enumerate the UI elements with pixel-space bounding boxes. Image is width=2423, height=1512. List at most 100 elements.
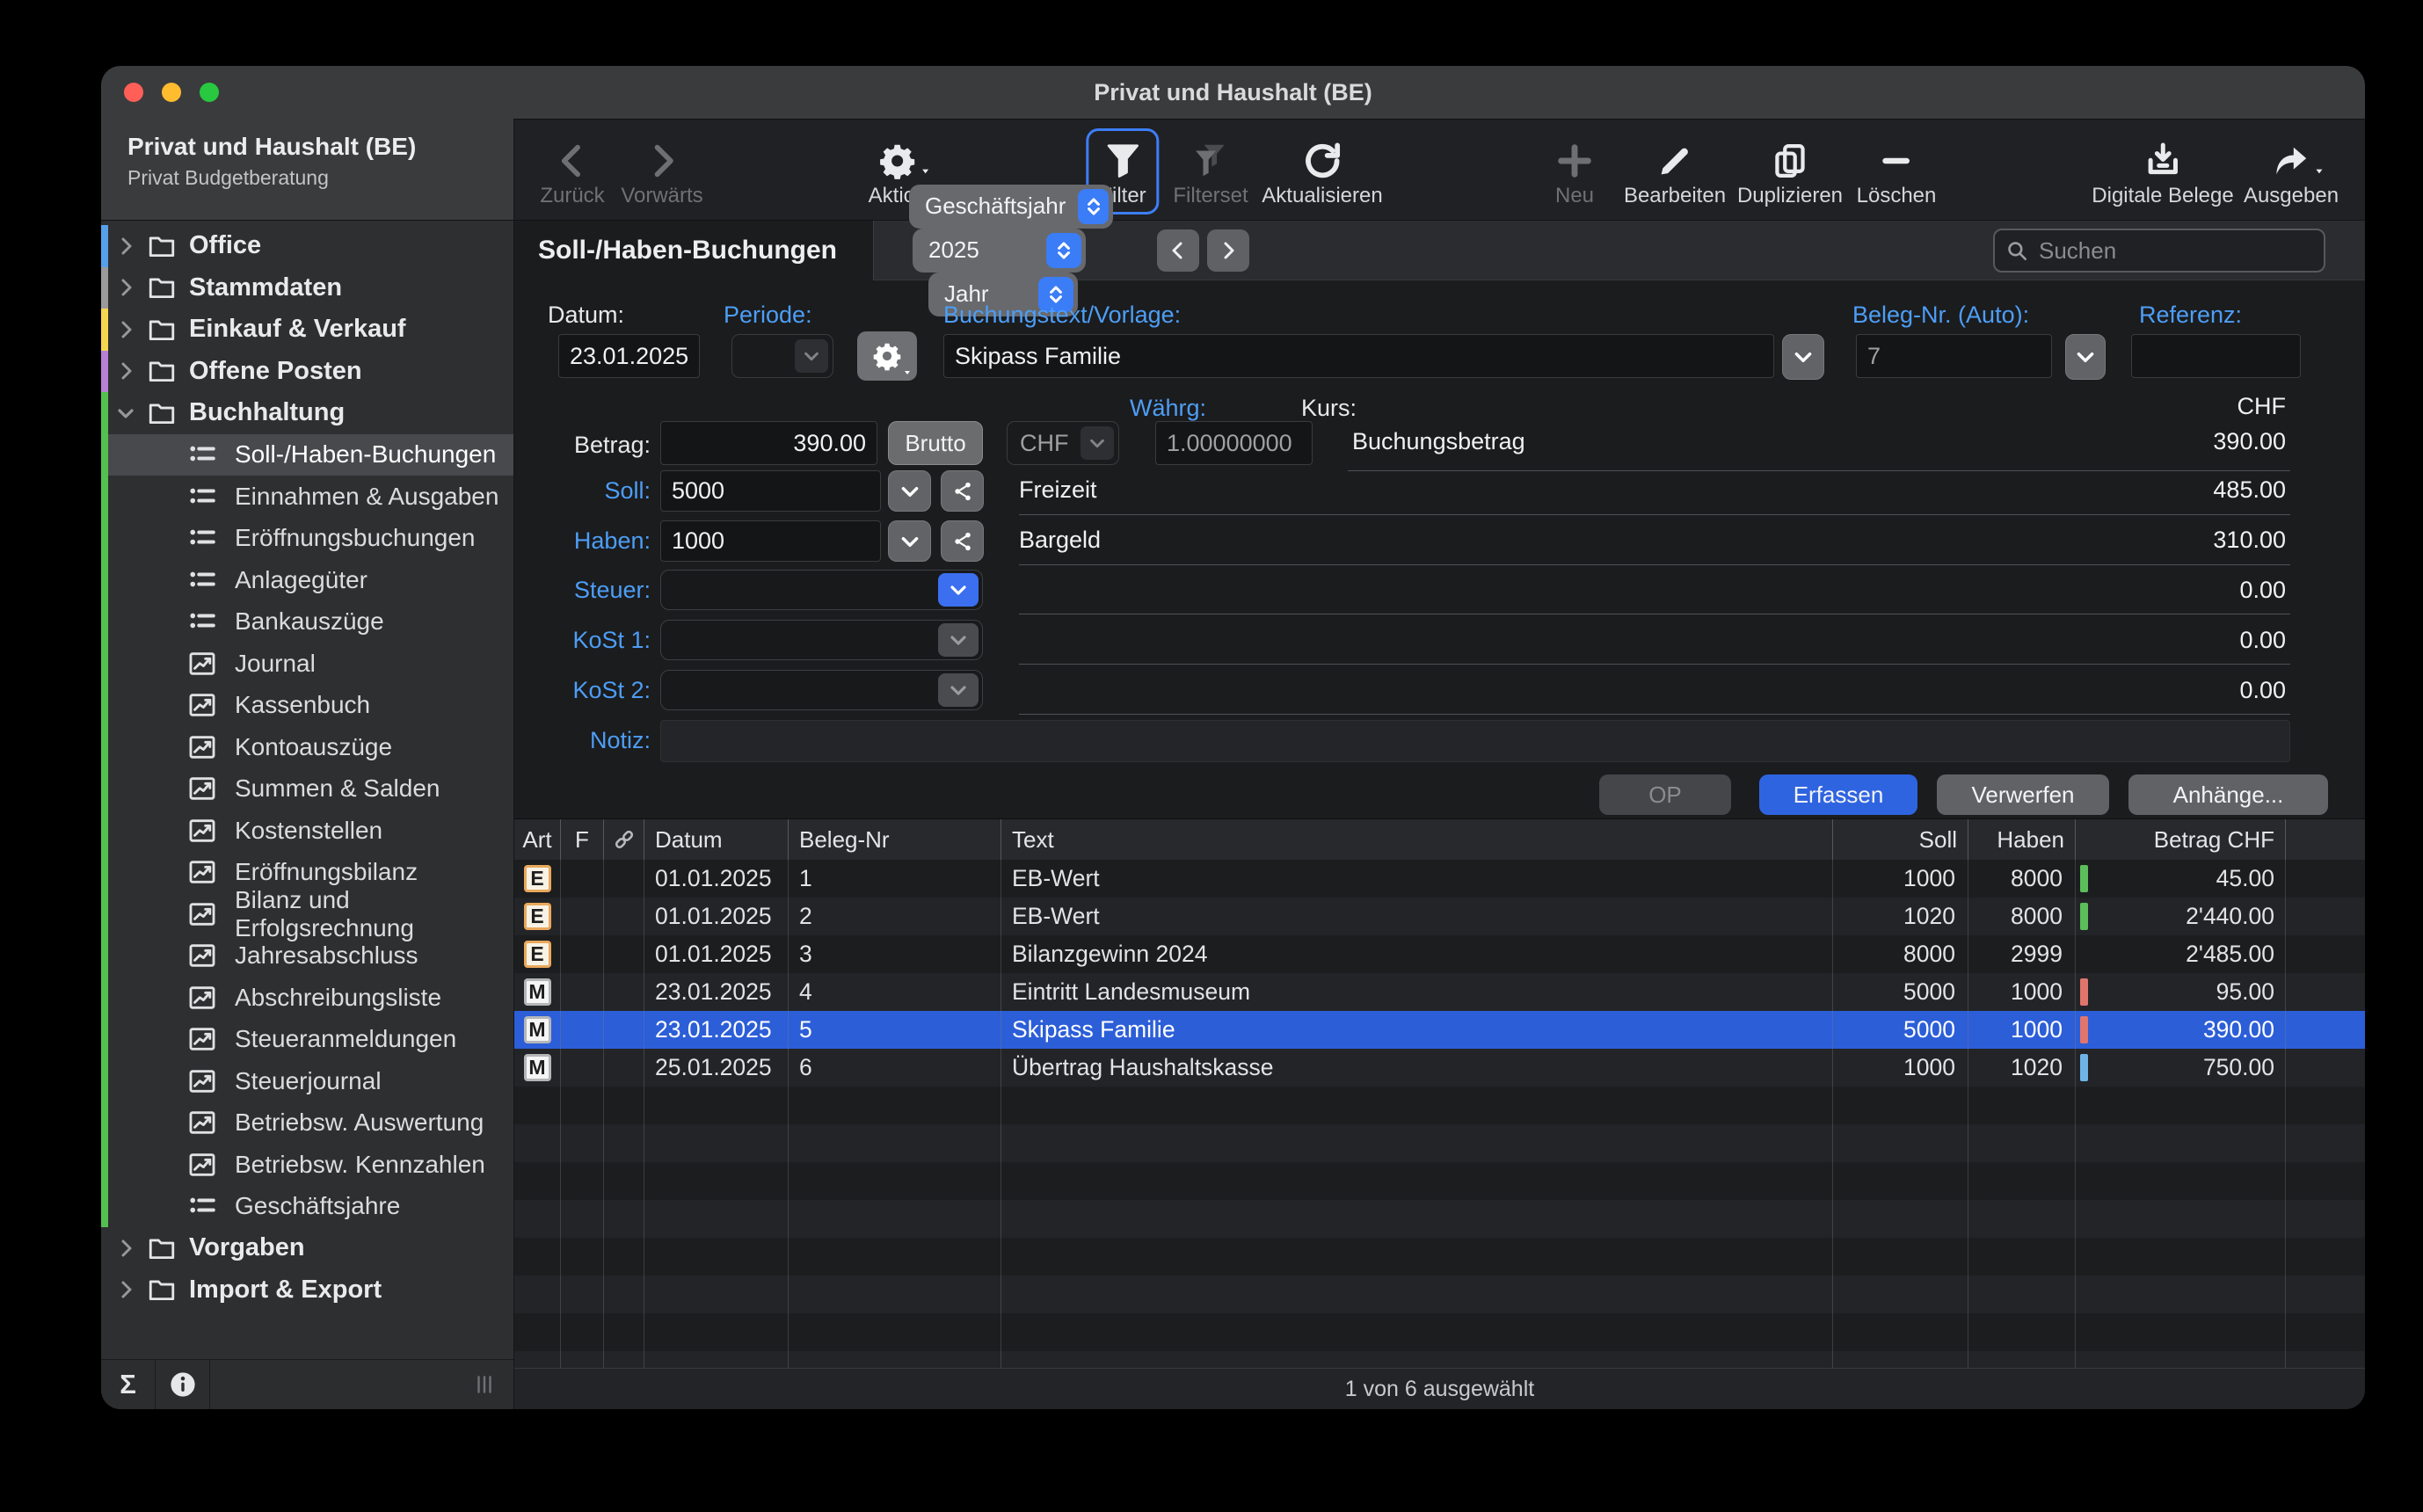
toolbar-item-bearbeiten[interactable]: Bearbeiten: [1624, 132, 1726, 208]
kost2-select[interactable]: [660, 670, 983, 710]
column-header-betrag-chf[interactable]: Betrag CHF: [2076, 819, 2286, 860]
minimize-window-button[interactable]: [162, 83, 181, 102]
toolbar-item-vorwärts[interactable]: Vorwärts: [621, 132, 702, 208]
table-row-beleg-1[interactable]: E01.01.20251EB-Wert1000800045.00: [514, 860, 2365, 898]
column-header-text[interactable]: Text: [1001, 819, 1833, 860]
info-button[interactable]: [156, 1360, 210, 1409]
sidebar-item-stammdaten[interactable]: Stammdaten: [101, 267, 513, 309]
sidebar-item-kassenbuch[interactable]: Kassenbuch: [101, 685, 513, 727]
sidebar-item-kostenstellen[interactable]: Kostenstellen: [101, 810, 513, 852]
sidebar-item-steuerjournal[interactable]: Steuerjournal: [101, 1060, 513, 1102]
toolbar-item-digitale-belege[interactable]: Digitale Belege: [2092, 132, 2233, 208]
toolbar-item-duplizieren[interactable]: Duplizieren: [1737, 132, 1843, 208]
referenz-input[interactable]: [2131, 334, 2301, 378]
sidebar-item-buchhaltung[interactable]: Buchhaltung: [101, 392, 513, 434]
column-header-label: Datum: [655, 826, 723, 854]
notiz-input[interactable]: [660, 720, 2290, 762]
sidebar-item-bilanz-und-erfolgsrechnung[interactable]: Bilanz und Erfolgsrechnung: [101, 893, 513, 935]
erfassen-button[interactable]: Erfassen: [1759, 774, 1917, 815]
sidebar-item-eröffnungsbuchungen[interactable]: Eröffnungsbuchungen: [101, 518, 513, 560]
table-row-beleg-5[interactable]: M23.01.20255Skipass Familie50001000390.0…: [514, 1011, 2365, 1049]
toolbar-item-aktualisieren[interactable]: Aktualisieren: [1262, 132, 1382, 208]
sidebar-item-betriebsw-kennzahlen[interactable]: Betriebsw. Kennzahlen: [101, 1144, 513, 1186]
column-header-f[interactable]: F: [561, 819, 604, 860]
toolbar-item-ausgeben[interactable]: Ausgeben: [2244, 132, 2339, 208]
sidebar-item-einkauf-verkauf[interactable]: Einkauf & Verkauf: [101, 309, 513, 351]
table-row-beleg-4[interactable]: M23.01.20254Eintritt Landesmuseum5000100…: [514, 973, 2365, 1011]
waehrung-select[interactable]: CHF: [1007, 421, 1119, 465]
haben-dropdown-button[interactable]: [888, 520, 931, 562]
search-input[interactable]: [2037, 236, 2313, 265]
buchungstext-dropdown-button[interactable]: [1782, 334, 1824, 380]
kost1-select[interactable]: [660, 620, 983, 660]
toolbar-item-zurück[interactable]: Zurück: [540, 132, 604, 208]
sidebar-item-einnahmen-ausgaben[interactable]: Einnahmen & Ausgaben: [101, 476, 513, 518]
column-header-beleg-nr[interactable]: Beleg-Nr: [789, 819, 1001, 860]
filter-select-geschäftsjahr[interactable]: Geschäftsjahr: [909, 185, 1113, 229]
sidebar-item-label: Einnahmen & Ausgaben: [235, 483, 498, 511]
table-row-beleg-2[interactable]: E01.01.20252EB-Wert102080002'440.00: [514, 898, 2365, 935]
column-header-haben[interactable]: Haben: [1968, 819, 2076, 860]
column-header-soll[interactable]: Soll: [1833, 819, 1968, 860]
column-header-link[interactable]: [604, 819, 644, 860]
sidebar-item-journal[interactable]: Journal: [101, 643, 513, 685]
sidebar-item-label: Eröffnungsbuchungen: [235, 524, 476, 552]
op-button[interactable]: OP: [1599, 774, 1731, 815]
sidebar-item-betriebsw-auswertung[interactable]: Betriebsw. Auswertung: [101, 1102, 513, 1145]
periode-select[interactable]: [731, 334, 833, 378]
buchungstext-input[interactable]: [943, 334, 1774, 378]
soll-split-button[interactable]: [941, 470, 984, 512]
zoom-window-button[interactable]: [200, 83, 219, 102]
toolbar-item-filterset[interactable]: Filterset: [1173, 132, 1248, 208]
chevron-right-icon[interactable]: [115, 319, 136, 340]
chevron-right-icon[interactable]: [115, 360, 136, 382]
table-row-beleg-6[interactable]: M25.01.20256Übertrag Haushaltskasse10001…: [514, 1049, 2365, 1087]
soll-dropdown-button[interactable]: [888, 470, 931, 512]
sidebar-item-offene-posten[interactable]: Offene Posten: [101, 351, 513, 393]
datum-input[interactable]: [558, 334, 700, 378]
sidebar-item-vorgaben[interactable]: Vorgaben: [101, 1227, 513, 1269]
soll-konto-input[interactable]: [660, 470, 881, 512]
sidebar-item-jahresabschluss[interactable]: Jahresabschluss: [101, 935, 513, 978]
sidebar-item-summen-salden[interactable]: Summen & Salden: [101, 768, 513, 811]
chevron-right-icon[interactable]: [115, 1279, 136, 1300]
toolbar-item-neu[interactable]: Neu: [1554, 132, 1595, 208]
sidebar-item-geschäftsjahre[interactable]: Geschäftsjahre: [101, 1186, 513, 1228]
sidebar-item-anlagegüter[interactable]: Anlagegüter: [101, 559, 513, 601]
chevron-down-icon[interactable]: [115, 403, 136, 424]
sidebar-item-steueranmeldungen[interactable]: Steueranmeldungen: [101, 1019, 513, 1061]
booking-gear-button[interactable]: [857, 331, 917, 381]
toolbar-item-löschen[interactable]: Löschen: [1857, 132, 1937, 208]
sidebar-item-soll-haben-buchungen[interactable]: Soll-/Haben-Buchungen: [101, 434, 513, 476]
haben-split-button[interactable]: [941, 520, 984, 562]
sidebar-item-office[interactable]: Office: [101, 225, 513, 267]
cell-link: [604, 935, 644, 973]
close-window-button[interactable]: [124, 83, 143, 102]
brutto-button[interactable]: Brutto: [888, 421, 983, 465]
table-row-beleg-3[interactable]: E01.01.20253Bilanzgewinn 2024800029992'4…: [514, 935, 2365, 973]
beleg-nr-dropdown-button[interactable]: [2065, 334, 2106, 380]
kurs-input[interactable]: [1155, 421, 1313, 465]
betrag-input[interactable]: [660, 421, 877, 465]
sidebar-resize-handle[interactable]: [471, 1360, 498, 1409]
search-field[interactable]: [1993, 229, 2325, 273]
chevron-right-icon[interactable]: [115, 277, 136, 298]
filter-select-2025[interactable]: 2025: [913, 229, 1086, 273]
sum-button[interactable]: Σ: [101, 1360, 156, 1409]
column-header-art[interactable]: Art: [514, 819, 561, 860]
anhaenge-button[interactable]: Anhänge...: [2128, 774, 2328, 815]
sidebar-item-abschreibungsliste[interactable]: Abschreibungsliste: [101, 977, 513, 1019]
sidebar-item-bankauszüge[interactable]: Bankauszüge: [101, 601, 513, 643]
beleg-nr-input[interactable]: [1856, 334, 2052, 378]
column-header-datum[interactable]: Datum: [644, 819, 789, 860]
verwerfen-button[interactable]: Verwerfen: [1937, 774, 2109, 815]
chevron-right-icon[interactable]: [115, 1238, 136, 1259]
sidebar-item-kontoauszüge[interactable]: Kontoauszüge: [101, 726, 513, 768]
previous-period-button[interactable]: [1157, 229, 1199, 272]
chevron-down-icon: [802, 346, 821, 366]
next-period-button[interactable]: [1207, 229, 1249, 272]
steuer-select[interactable]: [660, 570, 983, 610]
chevron-right-icon[interactable]: [115, 236, 136, 257]
haben-konto-input[interactable]: [660, 520, 881, 562]
sidebar-item-import-export[interactable]: Import & Export: [101, 1269, 513, 1312]
